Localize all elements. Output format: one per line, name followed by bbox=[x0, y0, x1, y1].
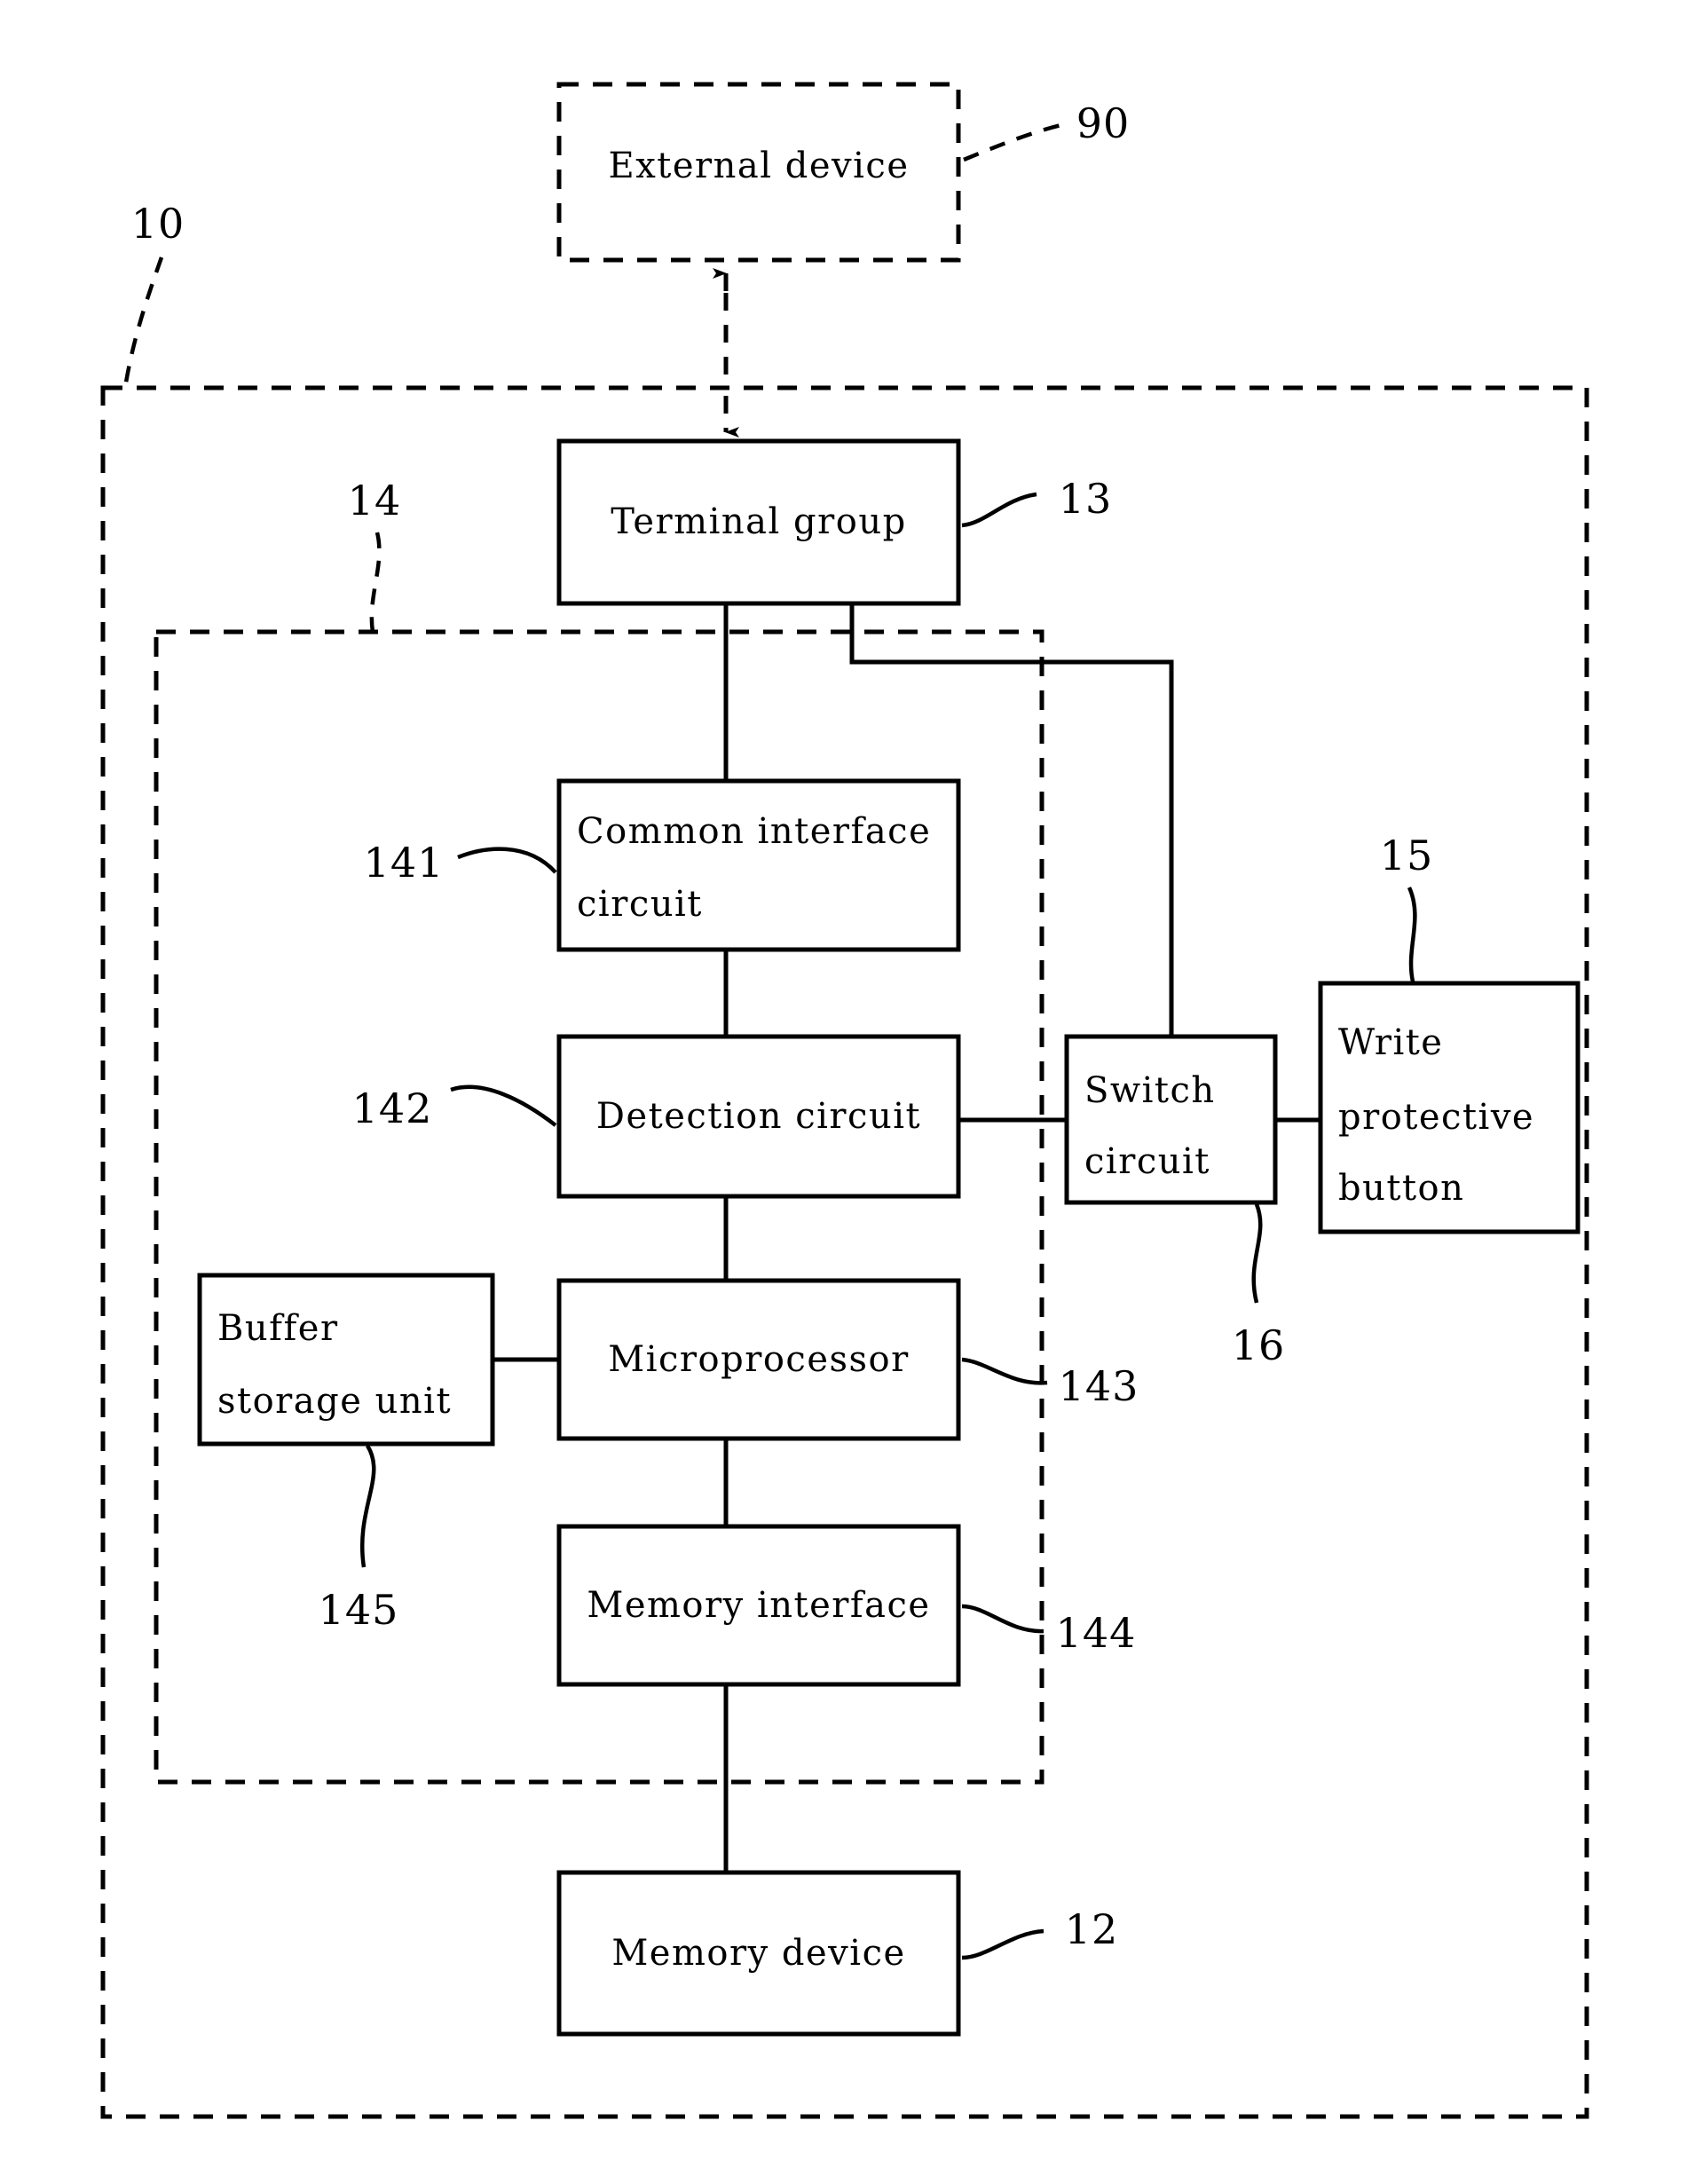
memory-device-label: Memory device bbox=[611, 1933, 905, 1974]
ref-label-15: 15 bbox=[1380, 832, 1434, 879]
leader-ref-143 bbox=[961, 1357, 1048, 1385]
leader-ref-14 bbox=[369, 532, 382, 633]
write-protective-button-label-line1: Write bbox=[1338, 1022, 1443, 1063]
block-diagram-canvas: External device Terminal group Common in… bbox=[100, 82, 1589, 2119]
ref-label-16: 16 bbox=[1232, 1321, 1286, 1369]
buffer-storage-unit-label-line1: Buffer bbox=[217, 1308, 339, 1349]
patent-figure-root: External device Terminal group Common in… bbox=[0, 0, 1687, 2184]
ref-label-144: 144 bbox=[1056, 1609, 1137, 1657]
write-protective-button-label-line3: button bbox=[1338, 1168, 1464, 1209]
ref-label-14: 14 bbox=[348, 477, 402, 524]
ref-label-142: 142 bbox=[352, 1084, 433, 1132]
detection-circuit-label: Detection circuit bbox=[596, 1096, 921, 1137]
common-interface-circuit-label-line2: circuit bbox=[577, 884, 703, 925]
ref-label-13: 13 bbox=[1059, 475, 1113, 523]
leader-ref-144 bbox=[961, 1604, 1045, 1634]
leader-ref-142 bbox=[450, 1084, 557, 1127]
switch-circuit-label-line1: Switch bbox=[1084, 1070, 1216, 1111]
microprocessor-label: Microprocessor bbox=[608, 1339, 910, 1380]
common-interface-circuit-label-line1: Common interface bbox=[577, 811, 931, 852]
ref-label-90: 90 bbox=[1076, 99, 1131, 147]
leader-ref-13 bbox=[961, 492, 1037, 528]
buffer-storage-unit-label-line2: storage unit bbox=[217, 1381, 452, 1422]
leader-ref-15 bbox=[1407, 887, 1417, 982]
leader-ref-141 bbox=[457, 847, 557, 874]
memory-interface-label: Memory interface bbox=[587, 1585, 930, 1626]
leader-ref-145 bbox=[360, 1444, 376, 1568]
leader-ref-90 bbox=[963, 122, 1066, 162]
ref-label-10: 10 bbox=[131, 200, 185, 248]
external-device-label: External device bbox=[609, 146, 910, 186]
leader-ref-12 bbox=[961, 1928, 1045, 1960]
enclosure-outer-device bbox=[100, 385, 1589, 2119]
terminal-group-label: Terminal group bbox=[611, 501, 906, 542]
leader-ref-16 bbox=[1251, 1203, 1263, 1304]
ref-label-12: 12 bbox=[1065, 1905, 1119, 1953]
ref-label-145: 145 bbox=[319, 1586, 399, 1634]
ref-label-143: 143 bbox=[1059, 1362, 1139, 1410]
write-protective-button-label-line2: protective bbox=[1338, 1097, 1534, 1138]
leader-ref-10 bbox=[122, 256, 164, 389]
switch-circuit-label-line2: circuit bbox=[1084, 1141, 1210, 1182]
ref-label-141: 141 bbox=[364, 839, 445, 887]
